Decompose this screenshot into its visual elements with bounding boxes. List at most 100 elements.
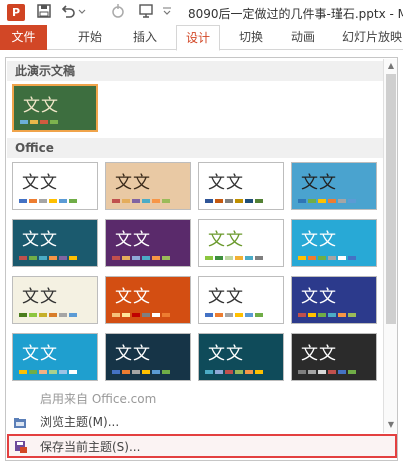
theme-thumb[interactable]: 文文 (291, 219, 377, 267)
color-swatch (49, 199, 57, 203)
theme-thumb[interactable]: 文文 (198, 219, 284, 267)
save-icon[interactable] (36, 3, 52, 22)
theme-sample-text: 文文 (115, 230, 151, 250)
theme-thumb[interactable]: 文文 (291, 162, 377, 210)
theme-sample-text: 文文 (208, 287, 244, 307)
chevron-down-icon[interactable] (78, 3, 86, 22)
color-swatch (142, 256, 150, 260)
theme-sample-text: 文文 (22, 344, 58, 364)
color-swatch (69, 199, 77, 203)
color-swatch (132, 256, 140, 260)
theme-thumb[interactable]: 文文 (105, 219, 191, 267)
title-bar: P 8090后一定做过的几件事-瑾石.pptx - Mi (0, 0, 403, 25)
color-swatch (215, 199, 223, 203)
theme-color-bars (205, 256, 263, 260)
color-swatch (205, 313, 213, 317)
current-theme-thumb[interactable]: 文文 (12, 84, 98, 132)
color-swatch (49, 370, 57, 374)
theme-thumb[interactable]: 文文 (198, 276, 284, 324)
color-swatch (49, 313, 57, 317)
color-swatch (112, 370, 120, 374)
color-swatch (19, 313, 27, 317)
theme-thumb[interactable]: 文文 (198, 333, 284, 381)
theme-thumb[interactable]: 文文 (12, 276, 98, 324)
color-swatch (59, 199, 67, 203)
color-swatch (298, 199, 306, 203)
color-swatch (39, 370, 47, 374)
folder-icon (13, 415, 27, 429)
theme-sample-text: 文文 (115, 344, 151, 364)
slideshow-icon[interactable] (138, 3, 154, 22)
theme-color-bars (112, 313, 170, 317)
color-swatch (328, 313, 336, 317)
theme-thumb[interactable]: 文文 (291, 333, 377, 381)
theme-sample-text: 文文 (208, 173, 244, 193)
theme-thumb[interactable]: 文文 (105, 333, 191, 381)
color-swatch (255, 313, 263, 317)
save-theme-icon (14, 439, 28, 453)
theme-thumb[interactable]: 文文 (12, 219, 98, 267)
color-swatch (19, 256, 27, 260)
tab-slideshow[interactable]: 幻灯片放映 (336, 25, 403, 50)
powerpoint-icon: P (7, 4, 25, 21)
color-swatch (19, 199, 27, 203)
color-swatch (40, 120, 48, 124)
theme-color-bars (205, 199, 263, 203)
color-swatch (205, 370, 213, 374)
qa-customize-icon[interactable] (162, 3, 172, 22)
tab-insert[interactable]: 插入 (121, 25, 169, 50)
scrollbar-thumb[interactable] (386, 74, 396, 324)
tab-animations[interactable]: 动画 (280, 25, 326, 50)
theme-color-bars (298, 199, 356, 203)
undo-icon[interactable] (60, 3, 76, 22)
theme-thumb[interactable]: 文文 (198, 162, 284, 210)
color-swatch (225, 313, 233, 317)
color-swatch (152, 313, 160, 317)
theme-sample-text: 文文 (115, 287, 151, 307)
color-swatch (162, 199, 170, 203)
theme-color-bars (205, 313, 263, 317)
redo-icon[interactable] (110, 3, 126, 22)
color-swatch (255, 370, 263, 374)
color-swatch (112, 313, 120, 317)
color-swatch (245, 199, 253, 203)
color-swatch (245, 256, 253, 260)
theme-color-bars (112, 370, 170, 374)
theme-thumb[interactable]: 文文 (105, 162, 191, 210)
tab-file[interactable]: 文件 (0, 25, 47, 50)
save-current-theme-item[interactable]: 保存当前主题(S)... (7, 434, 397, 458)
theme-thumb[interactable]: 文文 (12, 333, 98, 381)
color-swatch (122, 199, 130, 203)
gallery-scrollbar[interactable]: ▲ ▼ (383, 59, 397, 433)
theme-color-bars (19, 199, 77, 203)
theme-thumb[interactable]: 文文 (291, 276, 377, 324)
color-swatch (112, 256, 120, 260)
theme-sample-text: 文文 (22, 173, 58, 193)
color-swatch (39, 256, 47, 260)
color-swatch (235, 370, 243, 374)
theme-sample-text: 文文 (22, 287, 58, 307)
theme-thumb[interactable]: 文文 (105, 276, 191, 324)
browse-themes-item[interactable]: 浏览主题(M)... (7, 411, 397, 433)
color-swatch (338, 256, 346, 260)
color-swatch (255, 199, 263, 203)
color-swatch (338, 199, 346, 203)
color-swatch (318, 313, 326, 317)
color-swatch (69, 256, 77, 260)
color-swatch (39, 199, 47, 203)
tab-transitions[interactable]: 切换 (228, 25, 274, 50)
tab-home[interactable]: 开始 (66, 25, 114, 50)
color-swatch (245, 313, 253, 317)
color-swatch (308, 199, 316, 203)
tab-design[interactable]: 设计 (176, 25, 220, 51)
theme-thumb[interactable]: 文文 (12, 162, 98, 210)
theme-gallery: 此演示文稿 文文 Office 文文 文文 文文 文文 文文 文文 文文 文文 文文 文文 文文 文文… (5, 57, 398, 461)
theme-color-bars (112, 256, 170, 260)
color-swatch (225, 370, 233, 374)
color-swatch (328, 370, 336, 374)
color-swatch (152, 370, 160, 374)
color-swatch (318, 370, 326, 374)
color-swatch (152, 256, 160, 260)
scroll-up-icon[interactable]: ▲ (385, 60, 397, 72)
color-swatch (162, 370, 170, 374)
